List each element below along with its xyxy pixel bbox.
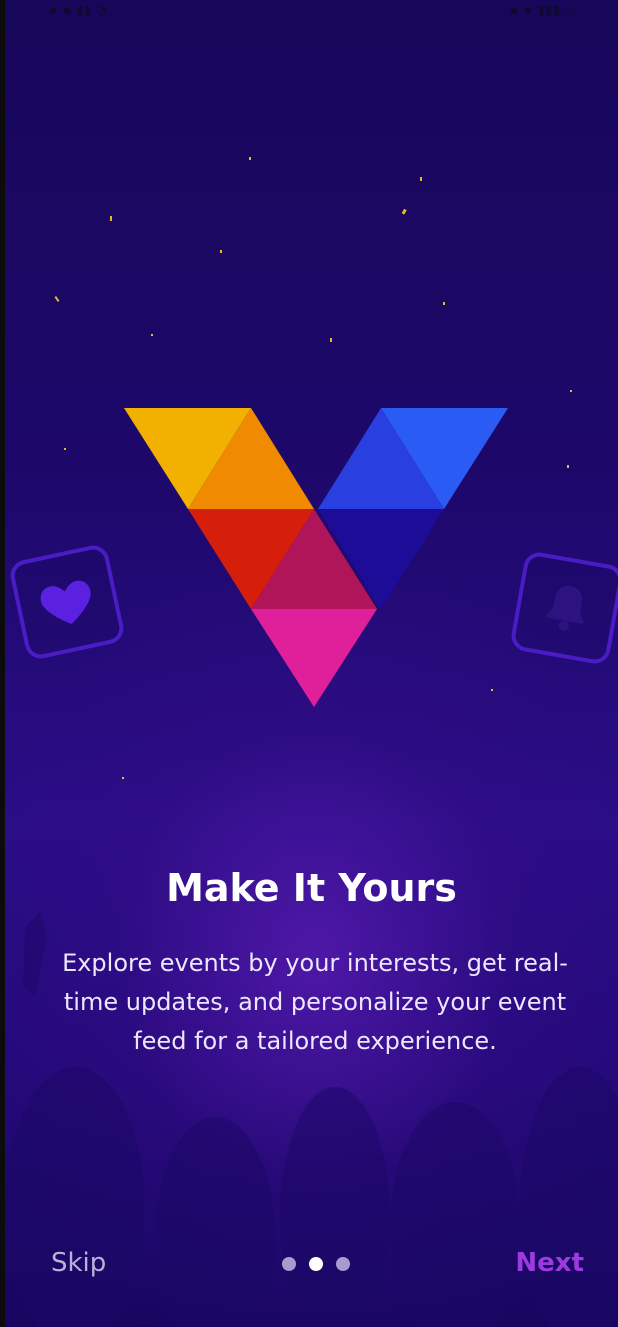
next-button[interactable]: Next <box>515 1248 584 1278</box>
skip-button[interactable]: Skip <box>51 1248 106 1278</box>
heart-tile <box>7 542 127 662</box>
heart-icon <box>40 580 91 625</box>
bell-tile <box>509 550 618 666</box>
app-logo <box>124 408 508 707</box>
page-title: Make It Yours <box>166 866 457 910</box>
page-description: Explore events by your interests, get re… <box>62 949 568 1055</box>
onboarding-screen: ▪ ▪ ▮▮ ◔ ▪ ▪ ▮▮▮ ▭ Make It Yours Explore… <box>0 0 618 1327</box>
pagination-dot[interactable] <box>282 1257 296 1271</box>
pagination-dot[interactable] <box>336 1257 350 1271</box>
bell-icon <box>546 585 584 631</box>
pagination-dots <box>282 1257 350 1271</box>
pagination-dot-active[interactable] <box>309 1257 323 1271</box>
